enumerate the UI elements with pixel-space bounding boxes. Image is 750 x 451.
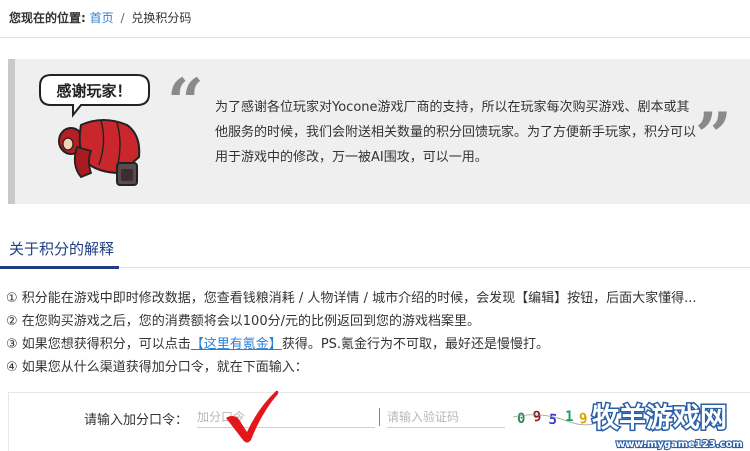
points-list: ① 积分能在游戏中即时修改数据，您查看钱粮消耗 / 人物详情 / 城市介绍的时候… <box>6 287 750 379</box>
input-divider <box>379 408 380 426</box>
captcha-char: 0 <box>517 411 525 427</box>
point-item-2: ② 在您购买游戏之后，您的消费额将会以100分/元的比例返回到您的游戏档案里。 <box>6 314 480 329</box>
breadcrumb: 您现在的位置: 首页 / 兑换积分码 <box>9 9 191 26</box>
captcha-char: 9 <box>532 408 543 425</box>
section-title-underline <box>0 266 119 269</box>
watermark-url: www.mygame123.com <box>616 439 743 450</box>
mascot-caption: 感谢玩家！ <box>56 82 131 100</box>
point-item-3: ③ 如果您想获得积分，可以点击【这里有氪金】获得。PS.氪金行为不可取，最好还是… <box>6 333 750 356</box>
breadcrumb-home-link[interactable]: 首页 <box>90 11 114 25</box>
breadcrumb-prefix: 您现在的位置: <box>9 11 86 25</box>
breadcrumb-current: 兑换积分码 <box>131 11 192 25</box>
captcha-input[interactable] <box>387 406 505 428</box>
captcha-char: 5 <box>548 412 558 429</box>
point-item-4: ④ 如果您从什么渠道获得加分口令，就在下面输入： <box>6 360 308 375</box>
close-quote-mark: ” <box>695 99 732 174</box>
intro-quote-box: 感谢玩家！ “ 为了感谢各位玩家对Yocone游戏厂商的支持，所以在玩家每次购买… <box>8 59 750 204</box>
watermark-brand: 牧羊游戏网 <box>592 402 727 434</box>
red-checkmark-icon <box>226 390 279 443</box>
section-title: 关于积分的解释 <box>9 240 115 258</box>
code-label: 请输入加分口令： <box>84 413 189 428</box>
intro-text: 为了感谢各位玩家对Yocone游戏厂商的支持，所以在玩家每次购买游戏、剧本或其他… <box>215 100 697 165</box>
point-3-prefix: ③ 如果您想获得积分，可以点击 <box>6 337 191 352</box>
breadcrumb-separator: / <box>120 11 125 25</box>
point-3-suffix: 获得。PS.氪金行为不可取，最好还是慢慢打。 <box>281 337 550 352</box>
point-item-1: ① 积分能在游戏中即时修改数据，您查看钱粮消耗 / 人物详情 / 城市介绍的时候… <box>6 291 697 306</box>
bowing-mascot-illustration: 感谢玩家！ <box>39 74 150 186</box>
buy-credits-link[interactable]: 【这里有氪金】 <box>191 337 282 352</box>
header-divider <box>0 37 750 38</box>
open-quote-mark: “ <box>167 65 204 140</box>
site-watermark-logo: 牧羊游戏网 www.mygame123.com <box>591 401 744 451</box>
